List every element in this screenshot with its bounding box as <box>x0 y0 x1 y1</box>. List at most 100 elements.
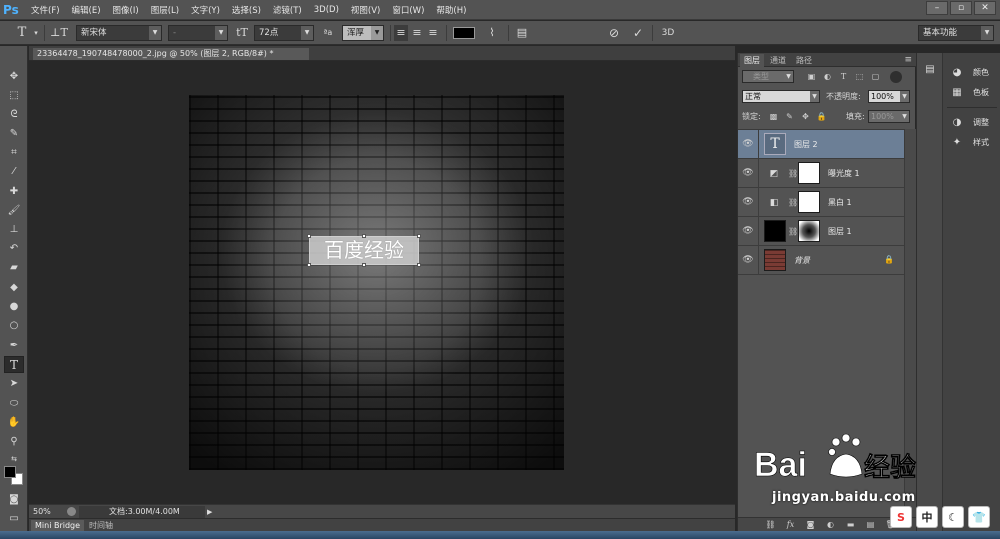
menu-type[interactable]: 文字(Y) <box>185 4 226 16</box>
menu-help[interactable]: 帮助(H) <box>430 4 472 16</box>
menu-image[interactable]: 图像(I) <box>107 4 145 16</box>
quick-select-tool-icon[interactable]: ✎ <box>4 125 24 142</box>
marquee-tool-icon[interactable]: ⬚ <box>4 87 24 104</box>
visibility-eye-icon[interactable]: 👁 <box>742 138 754 150</box>
layer-name[interactable]: 图层 2 <box>794 138 818 151</box>
tab-paths[interactable]: 路径 <box>792 54 816 67</box>
layer-mask-thumbnail[interactable] <box>798 162 820 184</box>
antialias-select[interactable]: 浑厚 ▼ <box>342 25 384 41</box>
paint-bucket-tool-icon[interactable]: ◆ <box>4 279 24 296</box>
filter-smart-object-icon[interactable]: ▢ <box>870 71 881 82</box>
eyedropper-tool-icon[interactable]: ⁄ <box>4 163 24 180</box>
workspace-select[interactable]: 基本功能 ▼ <box>918 25 994 41</box>
dodge-tool-icon[interactable]: ○ <box>4 317 24 334</box>
menu-file[interactable]: 文件(F) <box>25 4 66 16</box>
filter-pixel-icon[interactable]: ▣ <box>806 71 817 82</box>
layer-name[interactable]: 图层 1 <box>828 225 852 238</box>
horizontal-type-tool-icon[interactable]: T <box>4 356 24 373</box>
dock-swatches-button[interactable]: ▦ 色板 <box>943 85 1000 101</box>
filter-adjustment-icon[interactable]: ◐ <box>822 71 833 82</box>
new-layer-icon[interactable]: ▤ <box>864 519 877 531</box>
font-family-select[interactable]: 新宋体 ▼ <box>76 25 162 41</box>
tab-layers[interactable]: 图层 <box>740 54 764 67</box>
document-canvas[interactable]: 百度经验 <box>189 95 564 470</box>
layer-thumbnail[interactable] <box>764 249 786 271</box>
layer-name[interactable]: 背景 <box>794 254 810 267</box>
layer-row-black-white[interactable]: 👁 ◧ ⛓ 黑白 1 <box>738 188 904 217</box>
menu-window[interactable]: 窗口(W) <box>386 4 430 16</box>
visibility-eye-icon[interactable]: 👁 <box>742 196 754 208</box>
type-tool-icon[interactable]: T <box>14 25 30 41</box>
crop-tool-icon[interactable]: ⌗ <box>4 144 24 161</box>
sogou-ime-icon[interactable]: S <box>890 506 912 528</box>
transform-handle[interactable] <box>417 234 421 238</box>
menu-edit[interactable]: 编辑(E) <box>66 4 107 16</box>
ime-mode-icon[interactable]: 中 <box>916 506 938 528</box>
layer-mask-thumbnail[interactable] <box>798 191 820 213</box>
toggle-orientation-icon[interactable]: ⊥T <box>50 25 68 41</box>
status-menu-arrow-icon[interactable]: ▶ <box>207 506 217 518</box>
lock-all-icon[interactable]: 🔒 <box>816 111 827 122</box>
pen-tool-icon[interactable]: ✒ <box>4 337 24 354</box>
close-button[interactable]: ✕ <box>974 1 996 15</box>
text-bounding-box[interactable]: 百度经验 <box>307 234 421 267</box>
dock-color-button[interactable]: ◕ 颜色 <box>943 65 1000 81</box>
menu-filter[interactable]: 滤镜(T) <box>267 4 308 16</box>
add-mask-icon[interactable]: ◙ <box>804 519 817 531</box>
panel-menu-icon[interactable]: ≡ <box>904 54 912 66</box>
filter-shape-icon[interactable]: ⬚ <box>854 71 865 82</box>
opacity-field[interactable]: 100% ▼ <box>868 90 910 103</box>
link-chain-icon[interactable]: ⛓ <box>788 226 798 238</box>
filter-type-icon[interactable]: T <box>838 71 849 82</box>
layer-row-text[interactable]: 👁 T 图层 2 <box>738 130 904 159</box>
link-chain-icon[interactable]: ⛓ <box>788 168 798 180</box>
layer-name[interactable]: 曝光度 1 <box>828 167 860 180</box>
skin-icon[interactable]: 👕 <box>968 506 990 528</box>
moon-icon[interactable]: ☾ <box>942 506 964 528</box>
dock-styles-button[interactable]: ✦ 样式 <box>943 135 1000 151</box>
brush-tool-icon[interactable]: 🖌 <box>4 202 24 219</box>
character-panel-icon[interactable]: ▤ <box>514 25 530 41</box>
menu-view[interactable]: 视图(V) <box>345 4 386 16</box>
lock-transparent-icon[interactable]: ▩ <box>768 111 779 122</box>
move-tool-icon[interactable]: ✥ <box>4 68 24 85</box>
path-selection-tool-icon[interactable]: ➤ <box>4 375 24 392</box>
cancel-edit-icon[interactable]: ⊘ <box>606 25 622 41</box>
history-panel-icon[interactable]: ▤ <box>923 63 937 77</box>
screen-mode-icon[interactable]: ▭ <box>4 510 24 527</box>
layer-row-exposure[interactable]: 👁 ◩ ⛓ 曝光度 1 <box>738 159 904 188</box>
layer-name[interactable]: 黑白 1 <box>828 196 852 209</box>
hand-tool-icon[interactable]: ✋ <box>4 414 24 431</box>
quick-mask-icon[interactable]: ◙ <box>4 491 24 508</box>
visibility-eye-icon[interactable]: 👁 <box>742 167 754 179</box>
menu-layer[interactable]: 图层(L) <box>145 4 185 16</box>
lasso-tool-icon[interactable]: ᘓ <box>4 106 24 123</box>
healing-brush-tool-icon[interactable]: ✚ <box>4 183 24 200</box>
transform-handle[interactable] <box>307 263 311 267</box>
layer-mask-thumbnail[interactable] <box>798 220 820 242</box>
layer-style-icon[interactable]: fx <box>784 519 797 531</box>
warp-text-icon[interactable]: ⌇ <box>484 25 500 41</box>
blur-tool-icon[interactable]: ● <box>4 298 24 315</box>
create-3d-button[interactable]: 3D <box>658 25 678 41</box>
layer-row-background[interactable]: 👁 背景 🔒 <box>738 246 904 275</box>
canvas-text[interactable]: 百度经验 <box>310 237 418 264</box>
ellipse-tool-icon[interactable]: ⬭ <box>4 395 24 412</box>
lock-position-icon[interactable]: ✥ <box>800 111 811 122</box>
maximize-button[interactable]: ▫ <box>950 1 972 15</box>
eraser-tool-icon[interactable]: ▰ <box>4 259 24 276</box>
commit-edit-icon[interactable]: ✓ <box>630 25 646 41</box>
lock-image-icon[interactable]: ✎ <box>784 111 795 122</box>
font-style-select[interactable]: - ▼ <box>168 25 228 41</box>
visibility-eye-icon[interactable]: 👁 <box>742 225 754 237</box>
tool-preset-chevron-icon[interactable]: ▾ <box>32 25 40 41</box>
new-adjustment-icon[interactable]: ◐ <box>824 519 837 531</box>
minimize-button[interactable]: – <box>926 1 948 15</box>
history-brush-tool-icon[interactable]: ↶ <box>4 240 24 257</box>
dock-adjustments-button[interactable]: ◑ 调整 <box>943 115 1000 131</box>
font-size-select[interactable]: 72点 ▼ <box>254 25 314 41</box>
new-group-icon[interactable]: ▬ <box>844 519 857 531</box>
link-layers-icon[interactable]: ⛓ <box>764 519 777 531</box>
zoom-tool-icon[interactable]: ⚲ <box>4 433 24 450</box>
align-left-icon[interactable]: ≡ <box>394 25 408 41</box>
